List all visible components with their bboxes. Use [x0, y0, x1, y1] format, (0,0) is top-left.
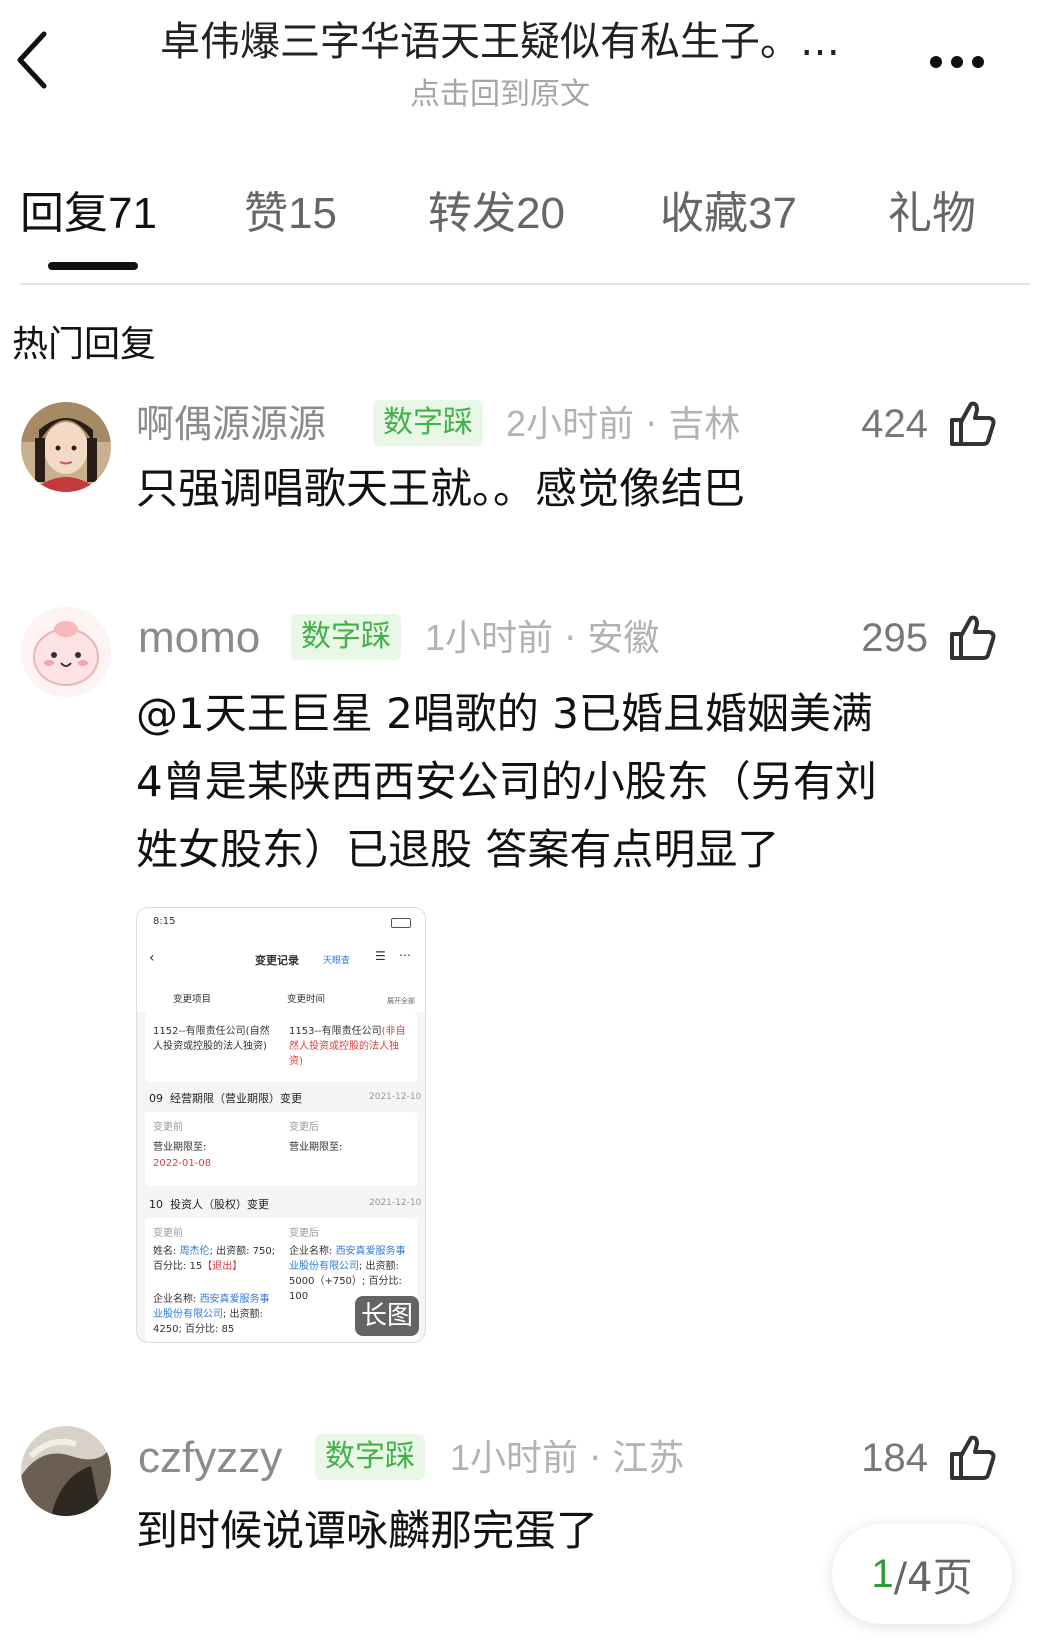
image-expand-all: 展开全部: [387, 997, 415, 1005]
avatar-image: [21, 402, 111, 492]
image-record-before: 营业期限至:: [153, 1142, 207, 1153]
total-pages: /4页: [893, 1555, 973, 1601]
avatar[interactable]: [21, 402, 111, 492]
thumbs-up-icon[interactable]: [947, 612, 997, 662]
avatar[interactable]: [21, 607, 111, 697]
image-record-before: 1152--有限责任公司(自然人投资或控股的法人独资): [153, 1026, 270, 1052]
image-record-before-value: 2022-01-08: [153, 1158, 212, 1169]
image-list-icon: ☰: [375, 949, 386, 963]
attached-image[interactable]: 8:15 ‹ 变更记录 天眼查 ☰ ⋯ 变更项目 变更时间 展开全部 1152-…: [136, 907, 426, 1343]
image-record-title: 09 经营期限（营业期限）变更: [149, 1092, 302, 1105]
comment-text-line: 姓女股东）已退股 答案有点明显了: [136, 825, 780, 874]
image-status-bar: 8:15: [137, 908, 425, 938]
image-filter-item: 变更项目: [173, 994, 212, 1005]
like-count: 184: [861, 1436, 928, 1480]
image-label-after: 变更后: [289, 1228, 319, 1239]
page-indicator[interactable]: 1/4页: [832, 1524, 1012, 1624]
like-count: 295: [861, 616, 928, 660]
like-count: 424: [861, 402, 928, 446]
username[interactable]: czfyzzy: [138, 1432, 282, 1484]
comment-time: 1小时前: [425, 617, 554, 658]
comment-meta: 2小时前 · 吉林: [506, 403, 741, 445]
user-badge: 数字踩: [291, 614, 401, 660]
comment-time: 2小时前: [506, 403, 635, 444]
image-record-title: 10 投资人（股权）变更: [149, 1198, 269, 1211]
comment-meta: 1小时前 · 江苏: [450, 1437, 685, 1479]
tab-likes[interactable]: 赞15: [244, 186, 337, 242]
image-more-icon: ⋯: [399, 948, 411, 962]
image-filter-bar: 变更项目 变更时间 展开全部: [137, 982, 425, 1012]
comment-text-line: @1天王巨星 2唱歌的 3已婚且婚姻美满: [136, 689, 873, 738]
image-label-after: 变更后: [289, 1122, 319, 1133]
tab-replies[interactable]: 回复71: [20, 186, 157, 242]
user-badge: 数字踩: [373, 400, 483, 446]
image-label-before: 变更前: [153, 1228, 183, 1239]
back-to-post-link[interactable]: 点击回到原文: [300, 73, 700, 117]
active-tab-indicator: [48, 262, 138, 270]
section-title-hot-replies: 热门回复: [12, 324, 157, 365]
comment-text: 到时候说谭咏麟那完蛋了: [136, 1506, 599, 1555]
image-record-card: 1152--有限责任公司(自然人投资或控股的法人独资) 1153--有限责任公司…: [145, 1012, 417, 1082]
post-title[interactable]: 卓伟爆三字华语天王疑似有私生子。…: [120, 16, 880, 68]
comment-text-line: 4曾是某陕西西安公司的小股东（另有刘: [136, 757, 877, 806]
image-record-date: 2021-12-10: [369, 1198, 422, 1208]
tabs-divider: [20, 283, 1030, 285]
tab-favorites[interactable]: 收藏37: [660, 186, 797, 242]
image-nav-bar: ‹ 变更记录 天眼查 ☰ ⋯: [137, 938, 425, 982]
back-icon[interactable]: [14, 30, 54, 90]
tab-reposts[interactable]: 转发20: [428, 186, 565, 242]
image-record-after: 企业名称: 西安真爱服务事业股份有限公司; 出资额: 5000（+750）; 百…: [289, 1246, 406, 1302]
comment-location: 安徽: [587, 618, 660, 659]
image-filter-time: 变更时间: [287, 994, 326, 1005]
image-record-before: 姓名: 周杰伦; 出资额: 750; 百分比: 15【退出】: [153, 1246, 276, 1272]
image-brand: 天眼查: [323, 956, 351, 966]
current-page: 1: [871, 1551, 894, 1596]
battery-icon: [391, 918, 411, 928]
user-badge: 数字踩: [315, 1434, 425, 1480]
thumbs-up-icon[interactable]: [947, 1432, 997, 1482]
comment-location: 江苏: [612, 1438, 685, 1479]
tab-gifts[interactable]: 礼物: [888, 186, 1010, 242]
comment-text: 只强调唱歌天王就。。感觉像结巴: [136, 464, 746, 513]
avatar-image: [21, 1426, 111, 1516]
comment-time: 1小时前: [450, 1437, 579, 1478]
username[interactable]: 啊偶源源源: [136, 398, 326, 450]
image-record-date: 2021-12-10: [369, 1092, 422, 1102]
image-label-before: 变更前: [153, 1122, 183, 1133]
image-record-card: 变更前 变更后 营业期限至: 2022-01-08 营业期限至:: [145, 1112, 417, 1186]
image-back-icon: ‹: [149, 950, 155, 966]
username[interactable]: momo: [138, 612, 260, 664]
more-icon[interactable]: [930, 50, 1000, 74]
long-image-badge: 长图: [354, 1296, 419, 1336]
comment-meta: 1小时前 · 安徽: [425, 617, 660, 659]
thumbs-up-icon[interactable]: [947, 398, 997, 448]
comment-location: 吉林: [668, 404, 741, 445]
image-record-after: 营业期限至:: [289, 1142, 343, 1153]
image-status-time: 8:15: [153, 916, 176, 927]
image-record-before: 企业名称: 西安真爱服务事业股份有限公司; 出资额: 4250; 百分比: 85: [153, 1294, 270, 1335]
avatar[interactable]: [21, 1426, 111, 1516]
image-nav-title: 变更记录: [255, 954, 299, 967]
avatar-image: [21, 607, 111, 697]
image-record-after: 1153--有限责任公司(非自然人投资或控股的法人独资): [289, 1026, 406, 1067]
tab-bar: 回复71 赞15 转发20 收藏37 礼物: [20, 186, 1029, 246]
